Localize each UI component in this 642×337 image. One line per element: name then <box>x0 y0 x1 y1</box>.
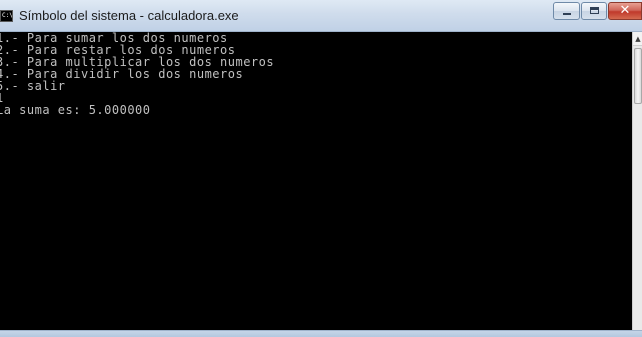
menu-option-exit: 5.- salir <box>0 79 66 93</box>
maximize-icon <box>590 7 599 14</box>
console-output[interactable]: 1.- Para sumar los dos numeros 2.- Para … <box>0 32 632 330</box>
title-bar[interactable]: C:\ Símbolo del sistema - calculadora.ex… <box>0 0 642 32</box>
vertical-scrollbar[interactable]: ▲ <box>632 32 642 330</box>
close-button[interactable]: ✕ <box>608 2 642 20</box>
cmd-icon[interactable]: C:\ <box>0 10 13 22</box>
minimize-icon <box>563 13 571 15</box>
menu-option-divide: 4.- Para dividir los dos numeros <box>0 67 244 81</box>
close-icon: ✕ <box>619 3 631 18</box>
console-window: C:\ Símbolo del sistema - calculadora.ex… <box>0 0 642 337</box>
scrollbar-thumb[interactable] <box>634 48 642 104</box>
minimize-button[interactable] <box>553 2 580 20</box>
window-bottom-border <box>0 330 642 337</box>
scroll-up-arrow-icon[interactable]: ▲ <box>633 32 642 46</box>
window-title: Símbolo del sistema - calculadora.exe <box>19 8 239 23</box>
maximize-button[interactable] <box>581 2 607 20</box>
result-line: La suma es: 5.000000 <box>0 103 151 117</box>
